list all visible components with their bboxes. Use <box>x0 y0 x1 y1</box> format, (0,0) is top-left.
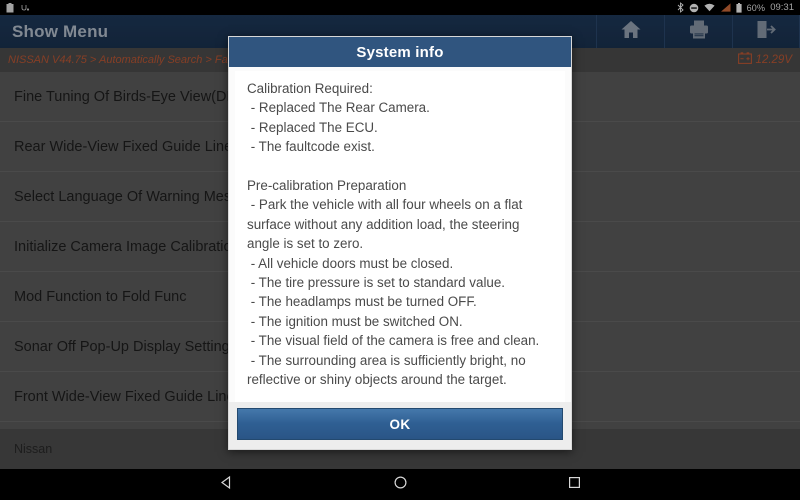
voltage-label: 12.29V <box>755 54 792 66</box>
ok-button[interactable]: OK <box>237 408 563 440</box>
toolbar <box>596 15 800 48</box>
back-triangle-icon <box>219 475 234 495</box>
brand-label: Nissan <box>14 442 53 456</box>
battery-percent-label: 60% <box>746 2 766 13</box>
do-not-disturb-icon <box>689 3 699 13</box>
dialog-footer: OK <box>229 402 571 449</box>
dialog-title: System info <box>229 37 571 67</box>
exit-icon <box>755 19 777 45</box>
status-bar-right-icons: 60% 09:31 <box>677 2 794 13</box>
car-battery-icon <box>737 51 752 69</box>
voltage-indicator: 12.29V <box>737 51 792 69</box>
exit-button[interactable] <box>732 15 800 48</box>
bluetooth-icon <box>677 2 684 13</box>
status-bar-left-icons <box>6 2 30 13</box>
page-title: Show Menu <box>12 21 109 41</box>
nav-recents-button[interactable] <box>557 469 591 500</box>
printer-icon <box>688 19 710 45</box>
nav-home-button[interactable] <box>383 469 417 500</box>
home-circle-icon <box>393 475 408 495</box>
recents-square-icon <box>567 475 582 495</box>
home-icon <box>620 19 642 45</box>
android-nav-bar <box>0 469 800 500</box>
cellular-signal-icon <box>720 3 731 12</box>
print-button[interactable] <box>664 15 732 48</box>
clipboard-icon <box>6 2 14 13</box>
system-info-dialog: System info Calibration Required: - Repl… <box>228 36 572 450</box>
home-button[interactable] <box>596 15 664 48</box>
nav-back-button[interactable] <box>209 469 243 500</box>
dialog-message: Calibration Required: - Replaced The Rea… <box>235 71 565 402</box>
wifi-icon <box>703 3 715 12</box>
android-status-bar: 60% 09:31 <box>0 0 800 15</box>
clock-label: 09:31 <box>770 2 794 13</box>
battery-icon <box>735 2 742 13</box>
device-screen: 60% 09:31 Show Menu NISSAN V44.75 > Auto… <box>0 0 800 500</box>
usb-icon <box>21 3 30 12</box>
